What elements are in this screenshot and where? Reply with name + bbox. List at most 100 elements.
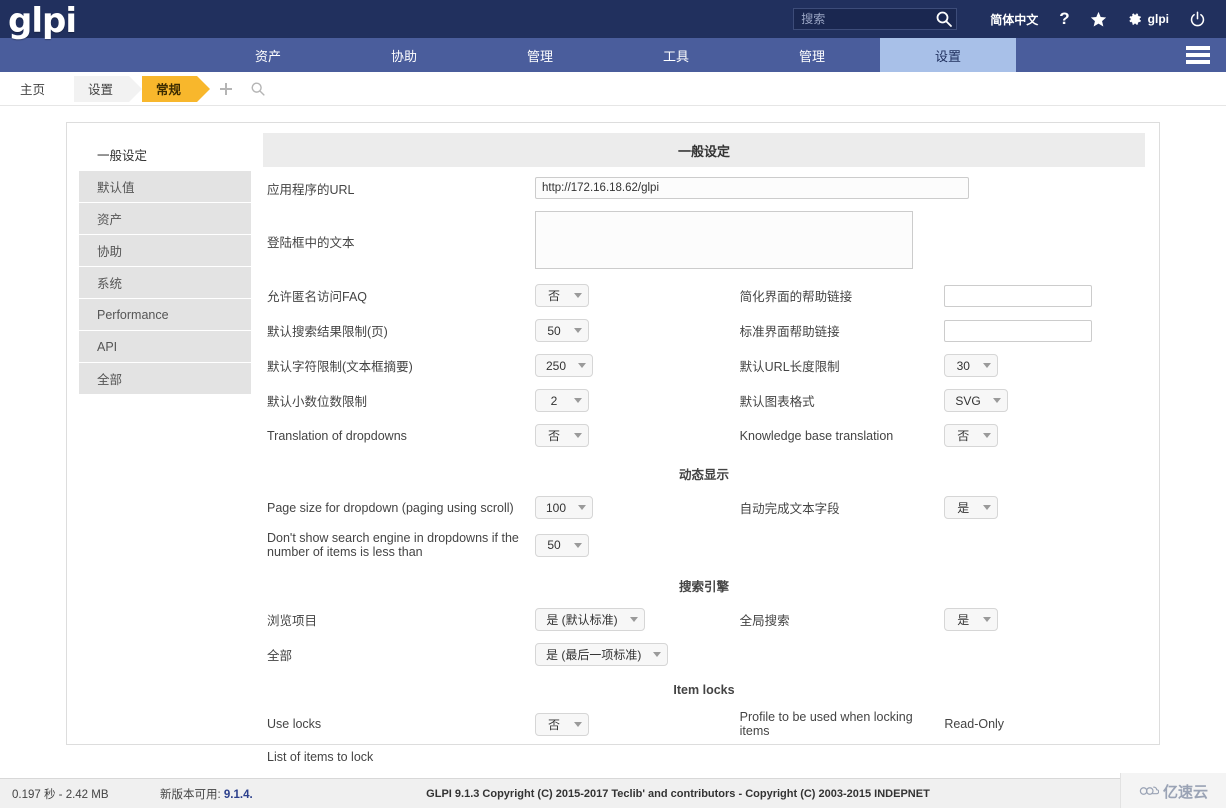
table-row: Use locks 否 Profile to be used when lock… (263, 704, 1145, 744)
char-limit-label: 默认字符限制(文本框摘要) (267, 360, 413, 374)
kb-translation-cell: 否 (940, 418, 1145, 453)
sidebar-item-all[interactable]: 全部 (79, 363, 251, 395)
table-row: 浏览项目 是 (默认标准) 全局搜索 是 (263, 602, 1145, 637)
language-selector[interactable]: 简体中文 (979, 0, 1049, 38)
hamburger-menu-icon[interactable] (1170, 38, 1226, 72)
all-criteria-select[interactable]: 是 (最后一项标准) (535, 643, 669, 666)
nav-item-administration[interactable]: 管理 (744, 38, 880, 72)
url-length-limit-cell: 30 (940, 348, 1145, 383)
simplified-help-link-input[interactable] (944, 284, 1093, 307)
sidebar-item-assistance[interactable]: 协助 (79, 235, 251, 267)
autocomplete-cell: 是 (940, 490, 1145, 525)
table-row: 默认小数位数限制 2 默认图表格式 SVG (263, 383, 1145, 418)
select-value: 是 (最后一项标准) (546, 648, 642, 662)
login-text-label: 登陆框中的文本 (267, 236, 355, 250)
glpi-logo[interactable]: glpi (0, 0, 200, 41)
standard-help-link-cell (940, 313, 1145, 348)
power-icon[interactable] (1179, 0, 1216, 38)
table-row: List of items to lock (263, 744, 1145, 770)
select-value: 是 (默认标准) (546, 613, 618, 627)
standard-help-link-input[interactable] (944, 319, 1093, 342)
hide-search-engine-select[interactable]: 50 (535, 533, 589, 557)
breadcrumb-item-general[interactable]: 常规 (142, 75, 211, 102)
global-search-select[interactable]: 是 (944, 608, 999, 631)
breadcrumb-item-setup[interactable]: 设置 (74, 75, 143, 102)
chart-format-select[interactable]: SVG (944, 389, 1008, 412)
browse-items-select[interactable]: 是 (默认标准) (535, 608, 645, 631)
table-row: 默认搜索结果限制(页) 50 标准界面帮助链接 (263, 313, 1145, 348)
search-icon[interactable] (935, 10, 953, 28)
nav-item-tools[interactable]: 工具 (608, 38, 744, 72)
sidebar-item-general[interactable]: 一般设定 (79, 139, 251, 171)
breadcrumb-item-home[interactable]: 主页 (6, 75, 75, 102)
url-length-limit-select[interactable]: 30 (944, 354, 999, 377)
char-limit-select[interactable]: 250 (535, 354, 594, 377)
gear-icon (1129, 13, 1141, 25)
search-input[interactable] (793, 8, 958, 30)
dropdown-translation-label: Translation of dropdowns (267, 428, 407, 443)
nav-item-assistance[interactable]: 协助 (336, 38, 472, 72)
star-icon[interactable] (1080, 0, 1117, 38)
header-actions: 简体中文 ? glpi (793, 0, 1226, 38)
use-locks-select[interactable]: 否 (535, 712, 589, 736)
dropdown-translation-select[interactable]: 否 (535, 424, 589, 447)
table-row: 允许匿名访问FAQ 否 简化界面的帮助链接 (263, 278, 1145, 313)
nav-item-setup[interactable]: 设置 (880, 38, 1016, 72)
items-to-lock-label: List of items to lock (267, 750, 374, 764)
app-footer: 0.197 秒 - 2.42 MB 新版本可用: 9.1.4. GLPI 9.1… (0, 773, 1226, 808)
lock-profile-label: Profile to be used when locking items (739, 710, 913, 738)
anonymous-faq-label: 允许匿名访问FAQ (267, 290, 368, 304)
section-dynamic-display: 动态显示 (678, 468, 729, 482)
decimal-limit-select[interactable]: 2 (535, 389, 589, 412)
sidebar-item-defaults[interactable]: 默认值 (79, 171, 251, 203)
chart-format-label: 默认图表格式 (739, 395, 815, 409)
kb-translation-select[interactable]: 否 (944, 424, 999, 447)
chevron-down-icon (653, 652, 662, 657)
table-row: 登陆框中的文本 (263, 205, 1145, 278)
sidebar-item-assets[interactable]: 资产 (79, 203, 251, 235)
empty-cell (531, 744, 736, 770)
settings-sidebar: 一般设定 默认值 资产 协助 系统 Performance API 全部 (79, 133, 251, 744)
app-url-input[interactable] (535, 177, 969, 199)
plus-icon[interactable] (210, 76, 242, 102)
global-search-cell: 是 (940, 602, 1145, 637)
empty-cell (940, 744, 1145, 770)
login-text-cell (531, 205, 1145, 278)
browse-items-cell: 是 (默认标准) (531, 602, 736, 637)
select-value: 否 (957, 429, 970, 443)
section-row: 搜索引擎 (263, 565, 1145, 602)
sidebar-item-system[interactable]: 系统 (79, 267, 251, 299)
search-limit-label: 默认搜索结果限制(页) (267, 325, 388, 339)
help-icon[interactable]: ? (1049, 0, 1079, 38)
dropdown-translation-cell: 否 (531, 418, 736, 453)
all-criteria-cell: 是 (最后一项标准) (531, 637, 736, 672)
page-body: 一般设定 默认值 资产 协助 系统 Performance API 全部 一般设… (0, 106, 1226, 808)
select-value: 是 (957, 501, 970, 515)
select-value: 否 (547, 289, 560, 303)
logo-text: glpi (8, 1, 77, 41)
dropdown-page-size-select[interactable]: 100 (535, 496, 594, 519)
chevron-down-icon (574, 293, 582, 298)
sidebar-item-api[interactable]: API (79, 331, 251, 363)
app-header: glpi 简体中文 ? glpi (0, 0, 1226, 41)
chevron-down-icon (983, 363, 992, 368)
chevron-down-icon (983, 433, 992, 438)
chevron-down-icon (574, 398, 582, 403)
select-value: SVG (955, 393, 981, 408)
sidebar-item-performance[interactable]: Performance (79, 299, 251, 331)
settings-user-menu[interactable]: glpi (1117, 0, 1179, 38)
chevron-down-icon (578, 505, 587, 510)
login-text-textarea[interactable] (535, 211, 913, 269)
search-icon[interactable] (242, 76, 274, 102)
simplified-help-link-cell (940, 278, 1145, 313)
lock-profile-cell: Read-Only (940, 704, 1145, 744)
search-limit-select[interactable]: 50 (535, 319, 589, 342)
nav-item-management[interactable]: 管理 (472, 38, 608, 72)
anonymous-faq-select[interactable]: 否 (535, 284, 589, 307)
global-search (793, 8, 958, 30)
cloud-icon (1139, 786, 1159, 795)
nav-item-assets[interactable]: 资产 (200, 38, 336, 72)
chevron-down-icon (578, 363, 587, 368)
autocomplete-select[interactable]: 是 (944, 496, 999, 519)
global-search-label: 全局搜索 (739, 614, 790, 628)
